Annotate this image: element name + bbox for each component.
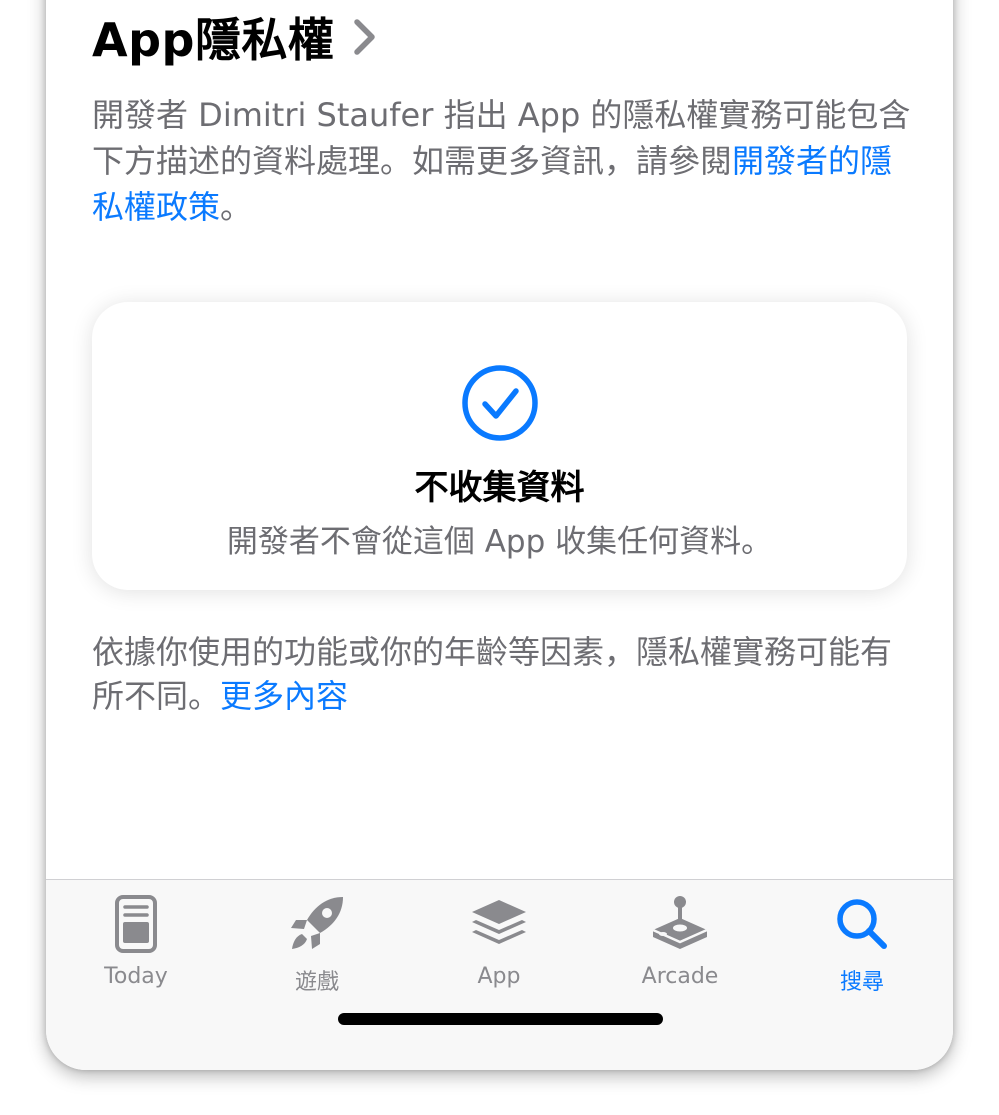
today-icon <box>115 895 157 953</box>
tab-games[interactable]: 遊戲 <box>247 894 387 1004</box>
note-text: 依據你使用的功能或你的年齡等因素，隱私權實務可能有所不同。 <box>92 633 893 715</box>
search-icon <box>837 899 887 949</box>
app-stack-icon <box>472 900 526 944</box>
tab-label: Today <box>104 964 168 989</box>
card-title: 不收集資料 <box>414 468 585 508</box>
section-title: App隱私權 <box>92 13 335 67</box>
tab-arcade[interactable]: Arcade <box>610 894 750 1004</box>
privacy-description: 開發者 Dimitri Staufer 指出 App 的隱私權實務可能包含下方描… <box>92 92 912 230</box>
privacy-section-header[interactable]: App隱私權 <box>92 4 378 70</box>
rocket-icon <box>291 897 343 949</box>
more-info-link[interactable]: 更多內容 <box>220 677 348 715</box>
tab-label: 搜尋 <box>839 970 884 995</box>
tab-today[interactable]: Today <box>66 894 206 1004</box>
privacy-note: 依據你使用的功能或你的年齡等因素，隱私權實務可能有所不同。更多內容 <box>92 630 912 718</box>
description-end: 。 <box>220 188 253 226</box>
tab-label: 遊戲 <box>294 970 339 995</box>
card-subtitle: 開發者不會從這個 App 收集任何資料。 <box>226 524 773 560</box>
privacy-section: App隱私權 開發者 Dimitri Staufer 指出 App 的隱私權實務… <box>46 0 953 850</box>
app-screen: App隱私權 開發者 Dimitri Staufer 指出 App 的隱私權實務… <box>46 0 953 1070</box>
tab-search[interactable]: 搜尋 <box>792 894 932 1004</box>
tab-label: Arcade <box>641 964 719 989</box>
tab-label: App <box>477 964 521 989</box>
privacy-card: 不收集資料 開發者不會從這個 App 收集任何資料。 <box>92 302 907 590</box>
tab-bar: Today 遊戲 App Arcade 搜尋 <box>46 879 953 1070</box>
joystick-icon <box>652 896 708 949</box>
chevron-right-icon <box>354 19 376 55</box>
home-indicator[interactable] <box>338 1013 663 1025</box>
checkmark-circle-icon <box>462 365 538 441</box>
tab-apps[interactable]: App <box>429 894 569 1004</box>
